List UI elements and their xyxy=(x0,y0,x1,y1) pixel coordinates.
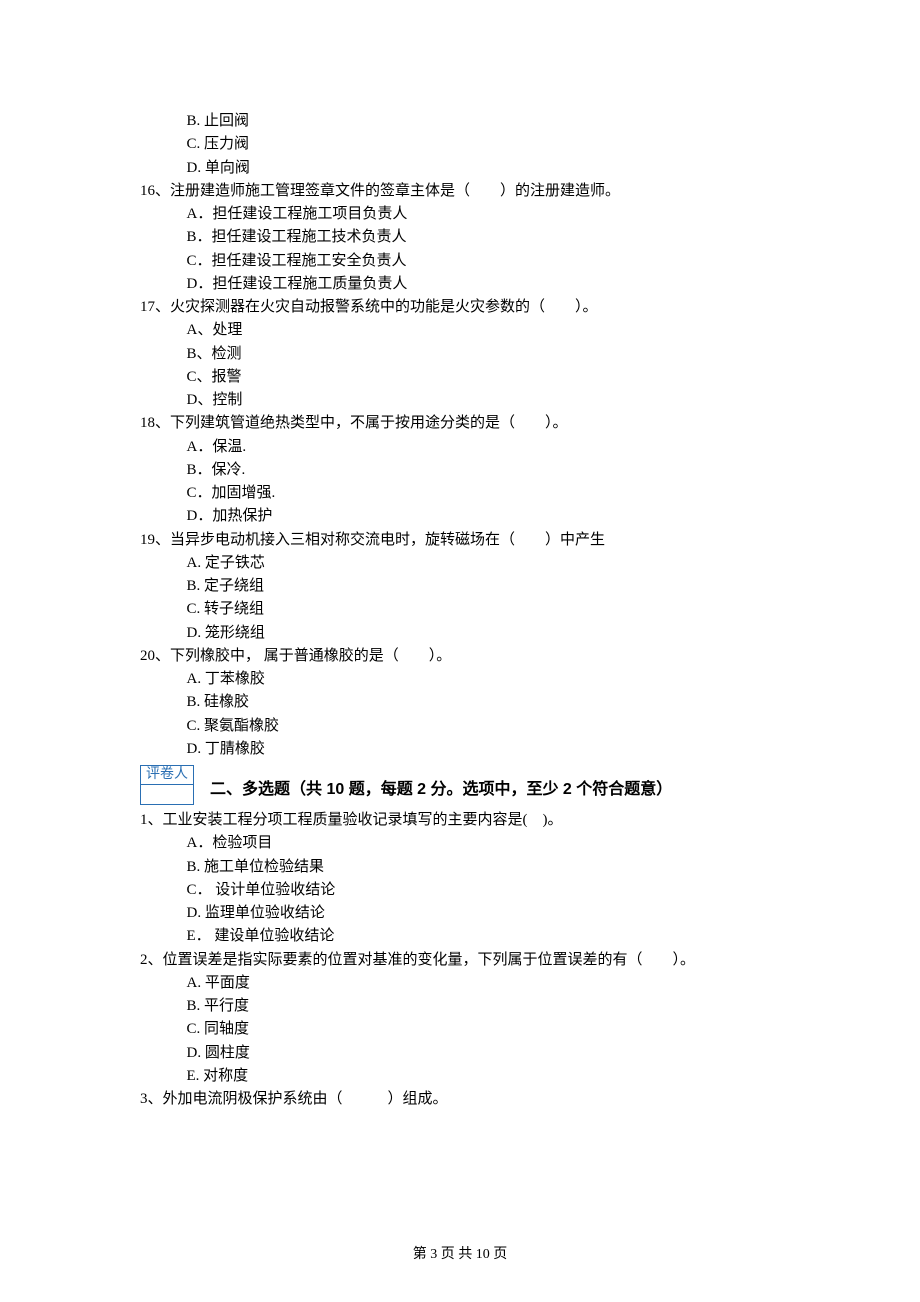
q18-option-a: A．保温. xyxy=(140,436,780,459)
q15-option-c: C. 压力阀 xyxy=(140,133,780,156)
mq1-option-a: A．检验项目 xyxy=(140,832,780,855)
q15-option-d: D. 单向阀 xyxy=(140,157,780,180)
grader-box: 评卷人 xyxy=(140,765,194,805)
q16-option-c: C．担任建设工程施工安全负责人 xyxy=(140,250,780,273)
q17-option-a: A、处理 xyxy=(140,319,780,342)
q19-option-b: B. 定子绕组 xyxy=(140,575,780,598)
mq1-option-e: E． 建设单位验收结论 xyxy=(140,925,780,948)
mq3-stem: 3、外加电流阴极保护系统由（ ）组成。 xyxy=(140,1088,780,1111)
q20-option-b: B. 硅橡胶 xyxy=(140,691,780,714)
q16-stem: 16、注册建造师施工管理签章文件的签章主体是（ ）的注册建造师。 xyxy=(140,180,780,203)
q18-option-d: D．加热保护 xyxy=(140,505,780,528)
q20-option-a: A. 丁苯橡胶 xyxy=(140,668,780,691)
q16-option-b: B．担任建设工程施工技术负责人 xyxy=(140,226,780,249)
grader-blank-cell xyxy=(140,785,194,805)
q16-option-a: A．担任建设工程施工项目负责人 xyxy=(140,203,780,226)
page-container: B. 止回阀 C. 压力阀 D. 单向阀 16、注册建造师施工管理签章文件的签章… xyxy=(0,0,920,1302)
mq1-option-b: B. 施工单位检验结果 xyxy=(140,856,780,879)
mq2-stem: 2、位置误差是指实际要素的位置对基准的变化量，下列属于位置误差的有（ ）。 xyxy=(140,949,780,972)
q18-option-c: C．加固增强. xyxy=(140,482,780,505)
q20-option-c: C. 聚氨酯橡胶 xyxy=(140,715,780,738)
q18-stem: 18、下列建筑管道绝热类型中，不属于按用途分类的是（ ）。 xyxy=(140,412,780,435)
q17-stem: 17、火灾探测器在火灾自动报警系统中的功能是火灾参数的（ ）。 xyxy=(140,296,780,319)
q17-option-d: D、控制 xyxy=(140,389,780,412)
section2-title: 二、多选题（共 10 题，每题 2 分。选项中，至少 2 个符合题意） xyxy=(200,778,672,805)
q17-option-c: C、报警 xyxy=(140,366,780,389)
mq1-option-c: C． 设计单位验收结论 xyxy=(140,879,780,902)
mq2-option-b: B. 平行度 xyxy=(140,995,780,1018)
page-footer: 第 3 页 共 10 页 xyxy=(0,1244,920,1266)
mq2-option-a: A. 平面度 xyxy=(140,972,780,995)
q20-option-d: D. 丁腈橡胶 xyxy=(140,738,780,761)
mq2-option-d: D. 圆柱度 xyxy=(140,1042,780,1065)
q15-option-b: B. 止回阀 xyxy=(140,110,780,133)
q19-option-d: D. 笼形绕组 xyxy=(140,622,780,645)
q19-option-a: A. 定子铁芯 xyxy=(140,552,780,575)
q19-option-c: C. 转子绕组 xyxy=(140,598,780,621)
mq1-stem: 1、工业安装工程分项工程质量验收记录填写的主要内容是( )。 xyxy=(140,809,780,832)
q17-option-b: B、检测 xyxy=(140,343,780,366)
q16-option-d: D．担任建设工程施工质量负责人 xyxy=(140,273,780,296)
mq2-option-e: E. 对称度 xyxy=(140,1065,780,1088)
section2-header-row: 评卷人 二、多选题（共 10 题，每题 2 分。选项中，至少 2 个符合题意） xyxy=(140,765,780,805)
q19-stem: 19、当异步电动机接入三相对称交流电时，旋转磁场在（ ）中产生 xyxy=(140,529,780,552)
q20-stem: 20、下列橡胶中， 属于普通橡胶的是（ ）。 xyxy=(140,645,780,668)
mq1-option-d: D. 监理单位验收结论 xyxy=(140,902,780,925)
q18-option-b: B．保冷. xyxy=(140,459,780,482)
mq2-option-c: C. 同轴度 xyxy=(140,1018,780,1041)
grader-label: 评卷人 xyxy=(140,765,194,785)
